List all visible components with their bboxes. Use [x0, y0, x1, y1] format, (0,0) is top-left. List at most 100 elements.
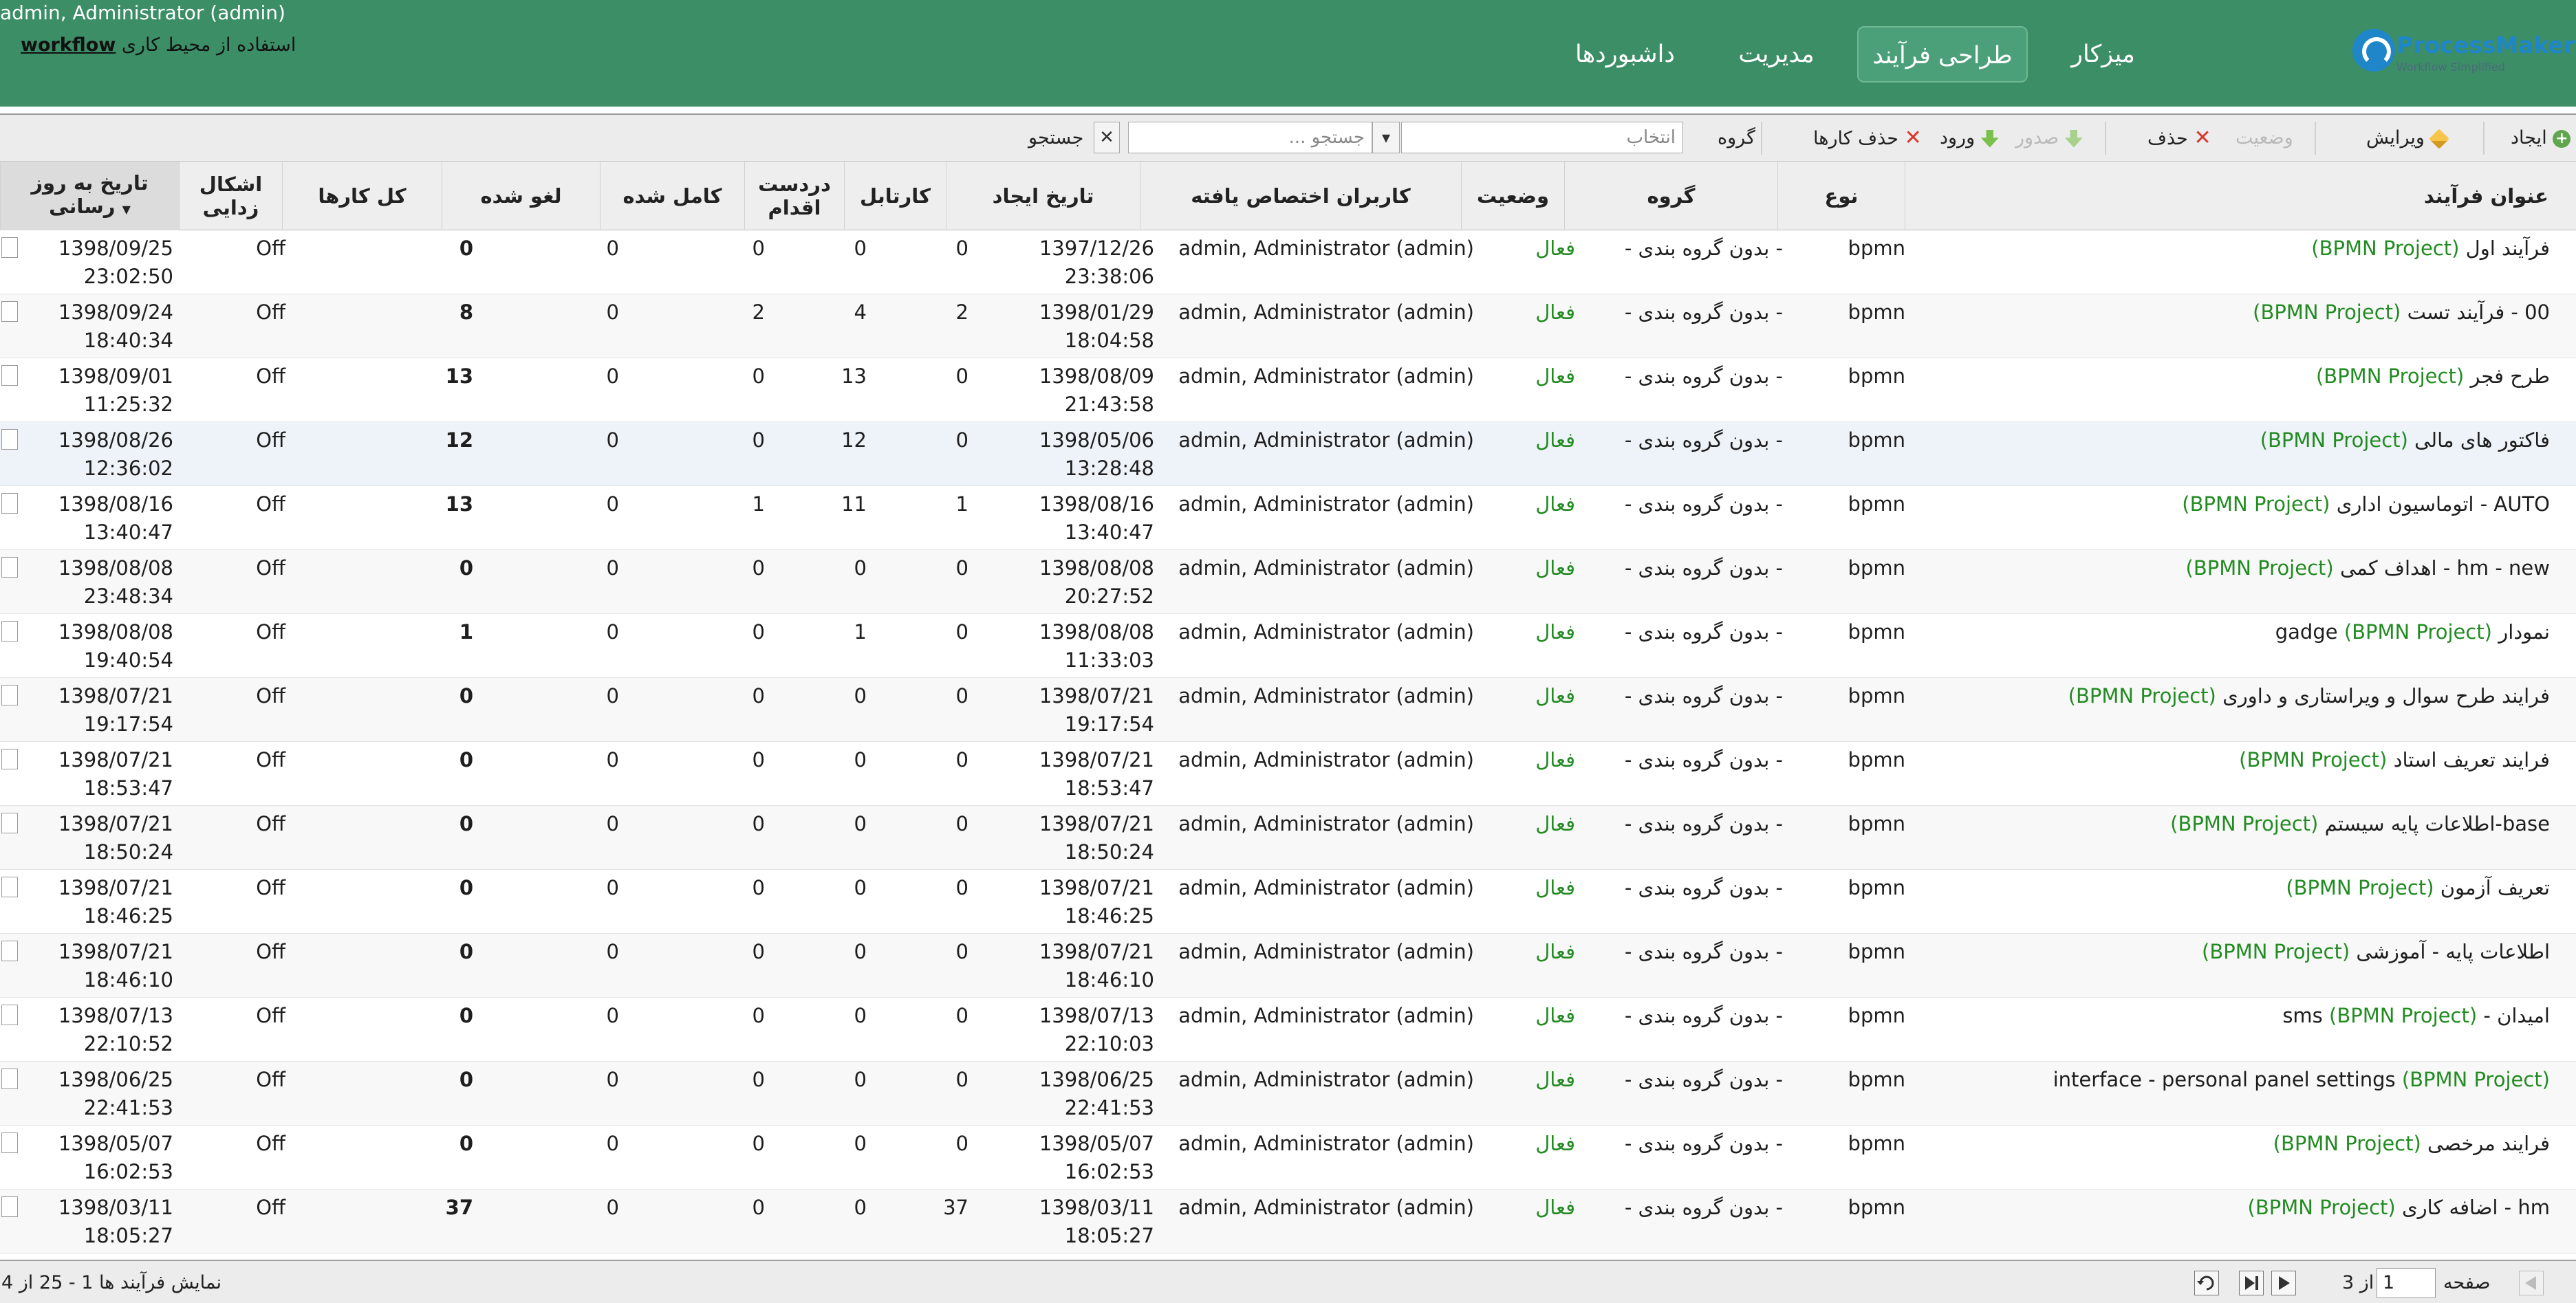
row-checkbox[interactable]	[1, 813, 18, 833]
col-process-title[interactable]: عنوان فرآیند	[1905, 162, 2576, 230]
cell-process-title[interactable]: AUTO - اتوماسیون اداری (BPMN Project)	[2182, 486, 2550, 550]
status-button[interactable]: وضعیت	[2236, 124, 2293, 152]
group-dropdown-icon[interactable]: ▾	[1372, 122, 1400, 153]
row-checkbox[interactable]	[1, 877, 18, 897]
process-name[interactable]: طرح فجر	[2470, 364, 2550, 388]
process-name[interactable]: تعریف آزمون	[2440, 876, 2550, 899]
cell-user-value: admin, Administrator (admin)	[1178, 1068, 1474, 1091]
cell-process-title[interactable]: hm - new - اهداف کمی (BPMN Project)	[2186, 550, 2550, 614]
row-checkbox[interactable]	[1, 493, 18, 514]
export-button[interactable]: صدور	[2015, 124, 2083, 152]
process-name[interactable]: اطلاعات پایه - آموزشی	[2356, 940, 2550, 963]
process-name[interactable]: فاکتور های مالی	[2414, 428, 2550, 452]
table-row[interactable]: 1398/07/21 18:46:10 Off 0 0 0 0 0 1398/07/21 18:4…	[0, 934, 2576, 998]
clear-search-icon[interactable]: ✕	[1094, 122, 1120, 153]
table-row[interactable]: 1398/03/11 18:05:27 Off 37 0 0 0 37 1398/03/11 18…	[0, 1190, 2576, 1253]
edit-button[interactable]: ویرایش	[2366, 124, 2450, 152]
row-checkbox[interactable]	[1, 1005, 18, 1025]
process-name[interactable]: فرایند تعریف استاد	[2394, 748, 2550, 771]
cell-process-title[interactable]: فرایند تعریف استاد (BPMN Project)	[2239, 742, 2550, 806]
process-name[interactable]: AUTO - اتوماسیون اداری	[2337, 492, 2550, 516]
cell-created: 1398/05/06 13:28:48	[1039, 422, 1154, 486]
process-name[interactable]: 00 - فرآیند تست	[2407, 300, 2550, 324]
create-button[interactable]: ایجاد +	[2511, 124, 2571, 152]
row-checkbox[interactable]	[1, 237, 18, 258]
process-name[interactable]: فرایند مرخصی	[2427, 1132, 2550, 1155]
process-name[interactable]: فرآیند اول	[2466, 237, 2550, 260]
cell-process-title[interactable]: interface - personal panel settings (BPM…	[2053, 1062, 2550, 1126]
col-created-date[interactable]: تاریخ ایجاد	[946, 162, 1140, 230]
cell-process-title[interactable]: امیدان - sms (BPMN Project)	[2282, 998, 2550, 1062]
delete-cases-button[interactable]: حذف کارها ✕	[1813, 124, 1922, 152]
cell-process-title[interactable]: فرایند مرخصی (BPMN Project)	[2273, 1126, 2550, 1190]
refresh-icon[interactable]	[2194, 1271, 2219, 1295]
delete-button[interactable]: حذف ✕	[2147, 124, 2211, 152]
cell-process-title[interactable]: hm - اضافه کاری (BPMN Project)	[2248, 1190, 2550, 1253]
table-row[interactable]: 1398/07/21 18:53:47 Off 0 0 0 0 0 1398/07/21 18:5…	[0, 742, 2576, 806]
table-row[interactable]: 1398/09/24 18:40:34 Off 8 0 2 4 2 1398/01/29 18:0…	[0, 294, 2576, 358]
workspace-name[interactable]: workflow	[21, 34, 116, 56]
cell-process-title[interactable]: 00 - فرآیند تست (BPMN Project)	[2253, 294, 2550, 358]
next-page-icon[interactable]	[2271, 1271, 2296, 1295]
table-row[interactable]: 1398/08/26 12:36:02 Off 12 0 0 12 0 1398/05/06 13…	[0, 422, 2576, 486]
processmaker-logo[interactable]: ProcessMaker Workflow Simplified	[2352, 26, 2575, 78]
process-name[interactable]: hm - اضافه کاری	[2402, 1196, 2550, 1219]
table-row[interactable]: 1398/07/21 18:46:25 Off 0 0 0 0 0 1398/07/21 18:4…	[0, 870, 2576, 934]
cell-process-title[interactable]: اطلاعات پایه - آموزشی (BPMN Project)	[2202, 934, 2550, 998]
row-checkbox[interactable]	[1, 685, 18, 705]
search-button[interactable]: جستجو	[1028, 124, 1083, 152]
table-row[interactable]: 1398/05/07 16:02:53 Off 0 0 0 0 0 1398/05/07 16:0…	[0, 1126, 2576, 1190]
col-updated-date[interactable]: تاریخ به روز رسانی ▼	[0, 162, 179, 230]
col-assigned-users[interactable]: کاربران اختصاص یافته	[1140, 162, 1461, 230]
table-row[interactable]: 1398/07/21 19:17:54 Off 0 0 0 0 0 1398/07/21 19:1…	[0, 678, 2576, 742]
table-row[interactable]: 1398/08/08 23:48:34 Off 0 0 0 0 0 1398/08/08 20:2…	[0, 550, 2576, 614]
process-name[interactable]: interface - personal panel settings	[2053, 1068, 2396, 1091]
nav-dashboards[interactable]: داشبوردها	[1568, 26, 1682, 83]
nav-admin[interactable]: مدیریت	[1723, 26, 1830, 83]
row-checkbox[interactable]	[1, 301, 18, 322]
col-total[interactable]: کل کارها	[282, 162, 442, 230]
cell-process-title[interactable]: نمودار gadge (BPMN Project)	[2275, 614, 2550, 678]
prev-page-icon[interactable]	[2519, 1271, 2544, 1295]
import-button[interactable]: ورود	[1940, 124, 1999, 152]
row-checkbox[interactable]	[1, 1196, 18, 1217]
row-checkbox[interactable]	[1, 1069, 18, 1089]
cell-process-title[interactable]: طرح فجر (BPMN Project)	[2316, 358, 2550, 422]
last-page-icon[interactable]	[2239, 1271, 2264, 1295]
col-completed[interactable]: کامل شده	[600, 162, 744, 230]
table-row[interactable]: 1398/09/01 11:25:32 Off 13 0 0 13 0 1398/08/09 21…	[0, 358, 2576, 422]
col-type[interactable]: نوع	[1777, 162, 1905, 230]
row-checkbox[interactable]	[1, 365, 18, 386]
table-row[interactable]: 1398/07/13 22:10:52 Off 0 0 0 0 0 1398/07/13 22:1…	[0, 998, 2576, 1062]
process-name[interactable]: hm - new - اهداف کمی	[2340, 556, 2550, 580]
group-select[interactable]: انتخاب	[1401, 122, 1683, 153]
nav-home[interactable]: میزکار	[2057, 26, 2150, 83]
row-checkbox[interactable]	[1, 429, 18, 450]
cell-process-title[interactable]: فرایند طرح سوال و ویراستاری و داوری (BPM…	[2068, 678, 2550, 742]
col-cancelled[interactable]: لغو شده	[442, 162, 600, 230]
search-input[interactable]: جستجو ...	[1128, 122, 1372, 153]
process-name[interactable]: فرایند طرح سوال و ویراستاری و داوری	[2222, 684, 2550, 708]
row-checkbox[interactable]	[1, 621, 18, 642]
process-name[interactable]: base-اطلاعات پایه سیستم	[2325, 812, 2550, 835]
page-number-input[interactable]: 1	[2377, 1268, 2436, 1298]
table-row[interactable]: 1398/08/16 13:40:47 Off 13 0 1 11 1 1398/08/16 13…	[0, 486, 2576, 550]
row-checkbox[interactable]	[1, 941, 18, 961]
cell-process-title[interactable]: فرآیند اول (BPMN Project)	[2311, 230, 2550, 294]
row-checkbox[interactable]	[1, 557, 18, 578]
cell-process-title[interactable]: تعریف آزمون (BPMN Project)	[2286, 870, 2550, 934]
row-checkbox[interactable]	[1, 1132, 18, 1153]
col-in-progress[interactable]: دردست اقدام	[744, 162, 844, 230]
col-cartable[interactable]: کارتابل	[844, 162, 946, 230]
nav-designer[interactable]: طراحی فرآیند	[1857, 26, 2028, 83]
cell-process-title[interactable]: base-اطلاعات پایه سیستم (BPMN Project)	[2170, 806, 2550, 870]
col-status[interactable]: وضعیت	[1461, 162, 1564, 230]
col-category[interactable]: گروه	[1564, 162, 1777, 230]
table-row[interactable]: 1398/08/08 19:40:54 Off 1 0 0 1 0 1398/08/08 11:3…	[0, 614, 2576, 678]
table-row[interactable]: 1398/07/21 18:50:24 Off 0 0 0 0 0 1398/07/21 18:5…	[0, 806, 2576, 870]
cell-process-title[interactable]: فاکتور های مالی (BPMN Project)	[2260, 422, 2550, 486]
row-checkbox[interactable]	[1, 749, 18, 769]
col-debug[interactable]: اشکال زدایی	[179, 162, 282, 230]
table-row[interactable]: 1398/09/25 23:02:50 Off 0 0 0 0 0 1397/12/26 23:3…	[0, 230, 2576, 294]
table-row[interactable]: 1398/06/25 22:41:53 Off 0 0 0 0 0 1398/06/25 22:4…	[0, 1062, 2576, 1126]
